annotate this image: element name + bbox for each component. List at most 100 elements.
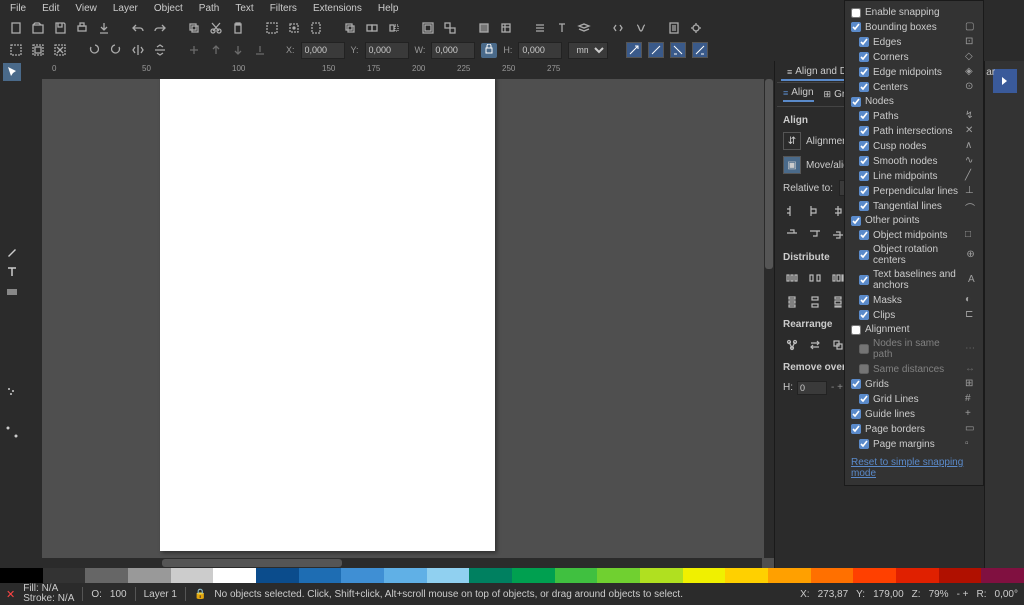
ungroup-icon[interactable]	[442, 20, 458, 36]
zoom-selection-icon[interactable]	[264, 20, 280, 36]
cut-icon[interactable]	[208, 20, 224, 36]
dist-hcenter-icon[interactable]	[806, 269, 824, 287]
prefs-icon[interactable]	[688, 20, 704, 36]
fill-stroke-icon[interactable]	[476, 20, 492, 36]
zoom-drawing-icon[interactable]	[286, 20, 302, 36]
align-top-out-icon[interactable]	[783, 226, 801, 244]
swatch[interactable]	[512, 568, 555, 583]
import-icon[interactable]	[96, 20, 112, 36]
lpe-tool[interactable]	[3, 443, 21, 461]
group-icon[interactable]	[420, 20, 436, 36]
snap-pagemargins[interactable]: Page margins▫	[851, 438, 977, 450]
scrollbar-vertical[interactable]	[764, 79, 774, 558]
swatch[interactable]	[384, 568, 427, 583]
text-tool[interactable]	[3, 263, 21, 281]
overlap-h-input[interactable]	[797, 381, 827, 395]
snap-corners[interactable]: Corners◇	[851, 51, 977, 63]
layer-indicator[interactable]: Layer 1	[144, 589, 177, 600]
node-tool[interactable]	[3, 83, 21, 101]
subtab-align[interactable]: ≡ Align	[783, 87, 814, 102]
w-input[interactable]	[431, 42, 475, 59]
snap-smooth[interactable]: Smooth nodes∿	[851, 155, 977, 167]
snap-linemid[interactable]: Line midpoints╱	[851, 170, 977, 182]
snap-bounding[interactable]: Bounding boxes▢	[851, 21, 977, 33]
canvas[interactable]	[42, 79, 774, 568]
flip-v-icon[interactable]	[152, 42, 168, 58]
ruler-vertical[interactable]	[24, 79, 42, 568]
swatch[interactable]	[597, 568, 640, 583]
snap-edgemid[interactable]: Edge midpoints◈	[851, 66, 977, 78]
snap-gridlines[interactable]: Grid Lines#	[851, 393, 977, 405]
rotation-value[interactable]: 0,00°	[995, 589, 1018, 600]
cube-tool[interactable]	[3, 163, 21, 181]
select-all-icon[interactable]	[8, 42, 24, 58]
swatch[interactable]	[0, 568, 43, 583]
xml-icon[interactable]	[610, 20, 626, 36]
snap-tang[interactable]: Tangential lines⌒	[851, 200, 977, 212]
snap-masks[interactable]: Masks◐	[851, 294, 977, 306]
circle-tool[interactable]	[3, 123, 21, 141]
x-input[interactable]	[301, 42, 345, 59]
snap-nodes[interactable]: Nodes	[851, 96, 977, 107]
move-gradient-icon[interactable]	[670, 42, 686, 58]
duplicate-icon[interactable]	[342, 20, 358, 36]
scale-stroke-icon[interactable]	[626, 42, 642, 58]
menu-view[interactable]: View	[73, 3, 99, 14]
menu-filters[interactable]: Filters	[268, 3, 299, 14]
snap-alignment[interactable]: Alignment	[851, 324, 977, 335]
graph-layout-icon[interactable]	[783, 336, 801, 354]
snap-pageborders[interactable]: Page borders▭	[851, 423, 977, 435]
print-icon[interactable]	[74, 20, 90, 36]
dist-vcenter-icon[interactable]	[806, 293, 824, 311]
dist-top-icon[interactable]	[783, 293, 801, 311]
y-input[interactable]	[365, 42, 409, 59]
layers-icon[interactable]	[576, 20, 592, 36]
menu-layer[interactable]: Layer	[111, 3, 140, 14]
snap-grids[interactable]: Grids⊞	[851, 378, 977, 390]
swatch[interactable]	[640, 568, 683, 583]
calligraphy-tool[interactable]	[3, 243, 21, 261]
swatch[interactable]	[341, 568, 384, 583]
snap-centers[interactable]: Centers⊙	[851, 81, 977, 93]
swatch[interactable]	[981, 568, 1024, 583]
snap-guidelines[interactable]: Guide lines+	[851, 408, 977, 420]
scale-corners-icon[interactable]	[648, 42, 664, 58]
bezier-tool[interactable]	[3, 203, 21, 221]
tweak-tool[interactable]	[3, 363, 21, 381]
pencil-tool[interactable]	[3, 223, 21, 241]
align-left-icon[interactable]	[806, 202, 824, 220]
selector-tool[interactable]	[3, 63, 21, 81]
units-select[interactable]: mm	[568, 42, 608, 59]
copy-icon[interactable]	[186, 20, 202, 36]
snap-reset-link[interactable]: Reset to simple snapping mode	[851, 457, 977, 479]
menu-path[interactable]: Path	[197, 3, 222, 14]
snap-other[interactable]: Other points	[851, 215, 977, 226]
dropper-tool[interactable]	[3, 323, 21, 341]
color-palette[interactable]	[0, 568, 1024, 583]
object-props-icon[interactable]	[498, 20, 514, 36]
ruler-horizontal[interactable]: 0 50 100 150 175 200 225 250 275	[42, 61, 774, 79]
clone-icon[interactable]	[364, 20, 380, 36]
menu-extensions[interactable]: Extensions	[311, 3, 364, 14]
open-file-icon[interactable]	[30, 20, 46, 36]
dist-left-icon[interactable]	[783, 269, 801, 287]
rect-tool[interactable]	[3, 103, 21, 121]
menu-help[interactable]: Help	[376, 3, 401, 14]
align-left-out-icon[interactable]	[783, 202, 801, 220]
selectors-icon[interactable]	[632, 20, 648, 36]
rotate-ccw-icon[interactable]	[86, 42, 102, 58]
select-all-layers-icon[interactable]	[30, 42, 46, 58]
snap-cusp[interactable]: Cusp nodes∧	[851, 140, 977, 152]
text-tool-icon[interactable]	[554, 20, 570, 36]
menu-file[interactable]: File	[8, 3, 28, 14]
snap-pathint[interactable]: Path intersections✕	[851, 125, 977, 137]
swatch[interactable]	[896, 568, 939, 583]
swatch[interactable]	[213, 568, 256, 583]
raise-top-icon[interactable]	[186, 42, 202, 58]
align-dist-icon[interactable]	[532, 20, 548, 36]
lock-icon[interactable]: 🔒	[194, 589, 206, 600]
zoom-value[interactable]: 79%	[929, 589, 949, 600]
swatch[interactable]	[128, 568, 171, 583]
swatch[interactable]	[85, 568, 128, 583]
h-input[interactable]	[518, 42, 562, 59]
